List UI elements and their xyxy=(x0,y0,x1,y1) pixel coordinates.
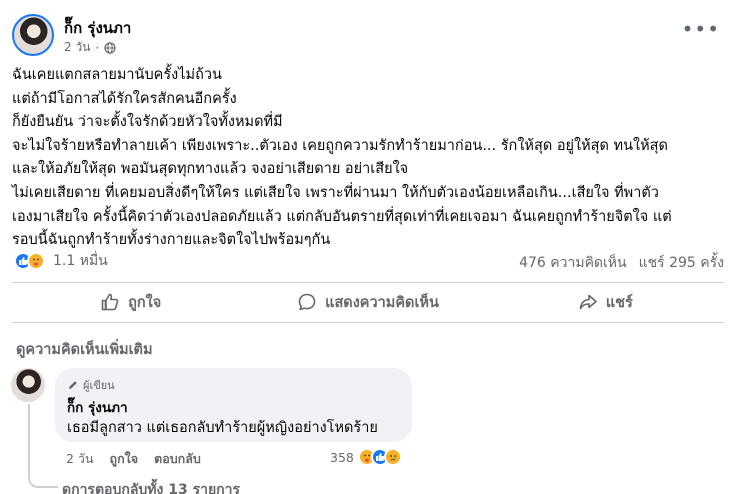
author-avatar[interactable] xyxy=(12,14,54,56)
comment-reply-button[interactable]: ตอบกลับ xyxy=(154,449,201,469)
pencil-icon xyxy=(69,381,77,389)
care-reaction-icon xyxy=(27,252,45,270)
post-line: ฉันเคยแตกสลายมานับครั้งไม่ถ้วน xyxy=(12,67,222,83)
post-line: ไม่เคยเสียดาย ที่เคยมอบสิ่งดีๆให้ใคร แต่… xyxy=(12,184,659,201)
comment-label: แสดงความคิดเห็น xyxy=(325,294,439,311)
post-text: ฉันเคยแตกสลายมานับครั้งไม่ถ้วน แต่ถ้ามีโ… xyxy=(12,64,726,253)
author-badge-label: ผู้เขียน xyxy=(83,379,115,392)
reaction-count[interactable]: 1.1 หมื่น xyxy=(53,250,108,272)
comment-bubble: ผู้เขียน ก็๊ก รุ่งนภา เธอมีลูกสาว แต่เธอ… xyxy=(55,368,412,442)
view-replies-link[interactable]: ดูการตอบกลับทั้ง 13 รายการ xyxy=(62,479,240,494)
reply-thread-line xyxy=(28,404,58,488)
more-horizontal-icon: ••• xyxy=(681,17,720,41)
post-reactions[interactable]: 1.1 หมื่น xyxy=(14,250,108,272)
share-count[interactable]: แชร์ 295 ครั้ง xyxy=(639,252,724,274)
divider xyxy=(12,322,724,323)
post-line: รอบนี้ฉันถูกทำร้ายทั้งร่างกายและจิตใจไปพ… xyxy=(12,232,331,249)
more-options-button[interactable]: ••• xyxy=(682,19,720,39)
view-more-comments-link[interactable]: ดูความคิดเห็นเพิ่มเติม xyxy=(16,338,153,361)
comment-button[interactable]: แสดงความคิดเห็น xyxy=(249,284,486,320)
post-meta: 2 วัน · xyxy=(64,38,116,57)
comment-actions: 2 วัน ถูกใจ ตอบกลับ xyxy=(66,449,201,469)
divider xyxy=(12,282,724,283)
post-author-name[interactable]: ก็๊ก รุ่งนภา xyxy=(64,16,131,40)
post-time[interactable]: 2 วัน xyxy=(64,38,90,57)
commenter-avatar[interactable] xyxy=(11,368,45,402)
post-stats: 476 ความคิดเห็น แชร์ 295 ครั้ง xyxy=(519,252,724,274)
commenter-name[interactable]: ก็๊ก รุ่งนภา xyxy=(67,396,128,418)
thumbs-up-icon xyxy=(101,293,119,311)
comment-count[interactable]: 476 ความคิดเห็น xyxy=(519,252,627,274)
comment-icon xyxy=(298,293,316,311)
post-line: เองมาเสียใจ ครั้งนี้คิดว่าตัวเองปลอดภัยแ… xyxy=(12,208,672,225)
globe-icon xyxy=(104,41,116,54)
share-icon xyxy=(579,294,597,310)
comment-like-button[interactable]: ถูกใจ xyxy=(110,449,139,469)
post-line: แต่ถ้ามีโอกาสได้รักใครสักคนอีกครั้ง xyxy=(12,90,237,107)
share-button[interactable]: แชร์ xyxy=(487,284,724,320)
comment-reactions[interactable]: 358 xyxy=(330,448,402,466)
post-actions-bar: ถูกใจ แสดงความคิดเห็น แชร์ xyxy=(12,284,724,320)
post-line: และให้อภัยให้สุด พอมันสุดทุกทางแล้ว จงอย… xyxy=(12,161,409,178)
like-label: ถูกใจ xyxy=(128,294,162,311)
share-label: แชร์ xyxy=(605,294,633,311)
post-line: ก็ยังยืนยัน ว่าจะตั้งใจรักด้วยหัวใจทั้งห… xyxy=(12,114,283,131)
comment-text: เธอมีลูกสาว แต่เธอกลับทำร้ายผู้หญิงอย่าง… xyxy=(67,420,378,436)
post-line: จะไม่ใจร้ายหรือทำลายเค้า เพียงเพราะ..ตัว… xyxy=(12,137,668,154)
comment-reaction-count: 358 xyxy=(330,449,354,465)
like-button[interactable]: ถูกใจ xyxy=(12,284,249,320)
author-badge: ผู้เขียน xyxy=(67,376,115,394)
meta-separator: · xyxy=(95,40,100,55)
sad-reaction-icon xyxy=(383,448,402,466)
comment-time[interactable]: 2 วัน xyxy=(66,449,94,469)
